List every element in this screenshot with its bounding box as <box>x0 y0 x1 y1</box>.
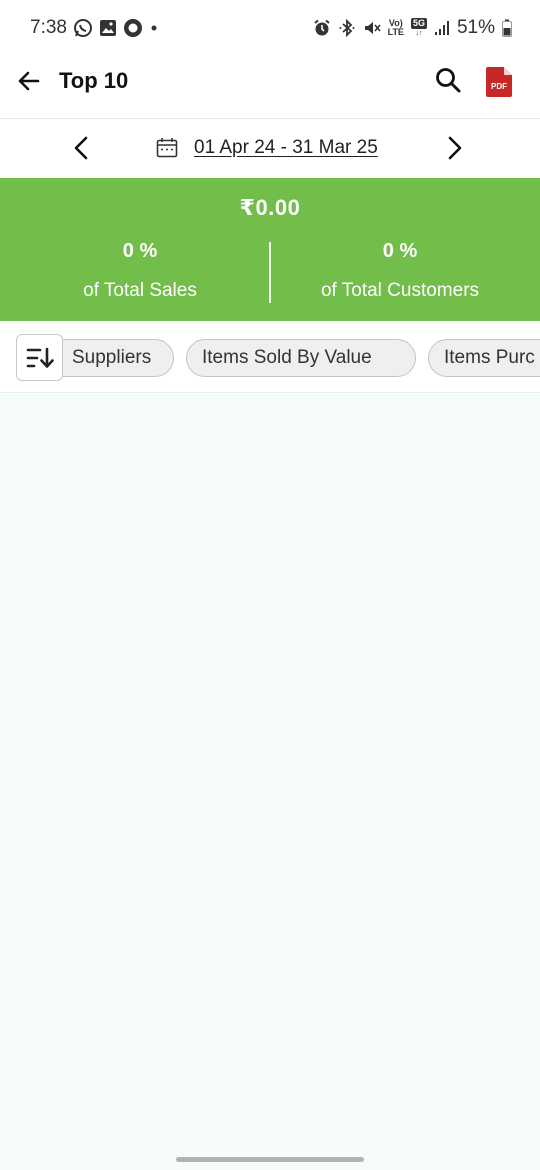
sales-label: of Total Sales <box>83 280 197 301</box>
gallery-icon <box>99 19 117 37</box>
calendar-icon <box>156 138 178 158</box>
filter-bar: Suppliers Items Sold By Value Items Purc <box>0 321 540 393</box>
chevron-right-icon <box>448 136 462 160</box>
search-icon <box>436 68 461 93</box>
customers-label: of Total Customers <box>320 280 480 301</box>
battery-percent: 51% <box>456 17 495 38</box>
battery-icon <box>502 19 512 37</box>
chevron-left-icon <box>74 136 88 160</box>
arrow-left-icon <box>18 71 40 91</box>
sort-button[interactable] <box>16 334 63 381</box>
chip-items-purchased[interactable]: Items Purc <box>428 339 540 377</box>
pdf-label: PDF <box>491 82 507 91</box>
circle-app-icon <box>123 18 143 38</box>
5g-icon: 5G ↓↑ <box>410 18 427 37</box>
signal-icon <box>434 20 450 36</box>
sales-stat: 0 % of Total Sales <box>5 240 275 302</box>
previous-period-button[interactable] <box>68 133 96 163</box>
search-button[interactable] <box>432 64 464 96</box>
pdf-file-icon: PDF <box>486 67 512 97</box>
back-button[interactable] <box>14 66 44 96</box>
volte-icon: Vo) LTE <box>387 18 404 37</box>
customers-percent: 0 % <box>382 240 418 262</box>
next-period-button[interactable] <box>440 133 468 163</box>
mute-icon <box>363 19 381 37</box>
status-time: 7:38 <box>30 17 67 38</box>
chip-suppliers[interactable]: Suppliers <box>63 339 174 377</box>
status-bar: 7:38 Vo) LTE 5G ↓↑ 51% <box>0 0 540 56</box>
pdf-export-button[interactable]: PDF <box>485 66 513 98</box>
home-indicator[interactable] <box>176 1157 364 1162</box>
app-bar: Top 10 PDF <box>0 56 540 118</box>
content-area <box>0 394 540 1170</box>
chip-items-sold-by-value[interactable]: Items Sold By Value <box>186 339 416 377</box>
alarm-icon <box>313 19 331 37</box>
customers-stat: 0 % of Total Customers <box>265 240 535 302</box>
date-range-text[interactable]: 01 Apr 24 - 31 Mar 25 <box>194 137 378 159</box>
sort-icon <box>26 347 54 368</box>
page-title: Top 10 <box>59 68 129 93</box>
date-range-picker[interactable]: 01 Apr 24 - 31 Mar 25 <box>156 133 378 163</box>
bluetooth-icon <box>338 19 356 37</box>
sales-percent: 0 % <box>122 240 158 262</box>
total-amount: ₹0.00 <box>239 195 301 220</box>
summary-panel: ₹0.00 0 % of Total Sales 0 % of Total Cu… <box>0 178 540 321</box>
dot-icon <box>149 23 159 33</box>
date-range-bar: 01 Apr 24 - 31 Mar 25 <box>0 118 540 178</box>
whatsapp-icon <box>73 18 93 38</box>
filter-chip-list[interactable]: Suppliers Items Sold By Value Items Purc <box>63 339 540 377</box>
